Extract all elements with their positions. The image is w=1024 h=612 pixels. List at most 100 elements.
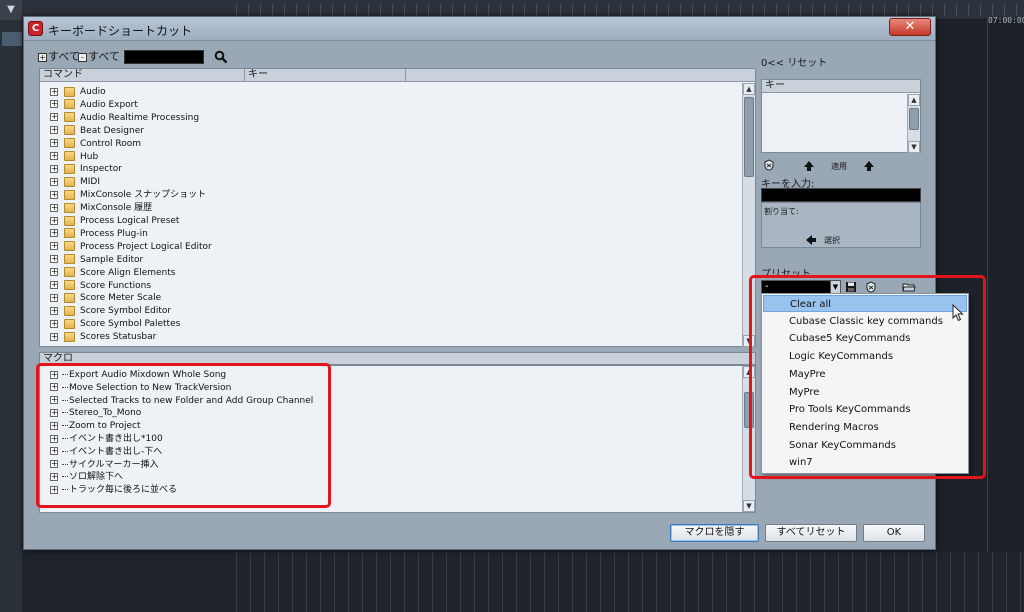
daw-menu-chevron-icon[interactable]: ▼ <box>0 0 22 20</box>
daw-left-strip <box>0 20 22 612</box>
expand-icon[interactable]: + <box>50 281 58 289</box>
folder-icon <box>64 163 75 174</box>
folder-icon <box>64 138 75 149</box>
dialog-titlebar[interactable]: C キーボードショートカット ✕ <box>24 17 935 41</box>
command-tree: + Audio + Audio Export + Audio Realtime Proce… <box>40 83 742 347</box>
command-folder-item[interactable]: + Score Functions <box>50 280 151 293</box>
command-folder-item[interactable]: + Score Symbol Palettes <box>50 318 180 331</box>
search-input[interactable] <box>124 50 204 64</box>
expand-icon[interactable]: + <box>50 268 58 277</box>
scroll-up-icon[interactable]: ▲ <box>743 83 755 95</box>
expand-icon[interactable]: + <box>50 113 58 122</box>
expand-icon[interactable]: + <box>50 242 58 251</box>
folder-icon <box>64 99 75 110</box>
command-folder-item[interactable]: + MixConsole スナップショット <box>50 189 206 202</box>
command-folder-item[interactable]: + Beat Designer <box>50 125 144 138</box>
command-folder-item[interactable]: + Hub <box>50 151 98 164</box>
expand-icon[interactable]: + <box>50 319 58 328</box>
column-header-command[interactable]: コマンド <box>40 69 244 82</box>
expand-icon[interactable]: + <box>50 87 58 96</box>
highlight-macros <box>36 363 331 508</box>
scroll-thumb[interactable] <box>909 108 919 130</box>
key-panel: キー ▲ ▼ <box>761 79 921 153</box>
folder-icon <box>64 228 75 239</box>
command-folder-item[interactable]: + Scores Statusbar <box>50 331 156 344</box>
folder-icon <box>64 189 75 200</box>
assigned-box: 割り当て: 選択 <box>761 202 921 248</box>
expand-icon[interactable]: + <box>50 332 58 341</box>
arrow-up-icon[interactable] <box>863 160 875 172</box>
command-folder-item[interactable]: + MixConsole 履歴 <box>50 202 152 215</box>
expand-icon[interactable]: + <box>50 100 58 109</box>
dialog-title: キーボードショートカット <box>48 24 193 38</box>
select-label[interactable]: 選択 <box>824 235 840 246</box>
folder-icon <box>64 86 75 97</box>
collapse-all-button[interactable]: - すべて <box>78 50 120 64</box>
key-input[interactable] <box>761 188 921 202</box>
scroll-up-icon[interactable]: ▲ <box>908 94 920 106</box>
highlight-presets <box>749 275 986 479</box>
ok-button[interactable]: OK <box>863 524 925 542</box>
expand-icon[interactable]: + <box>50 126 58 135</box>
command-folder-item[interactable]: + Score Symbol Editor <box>50 305 171 318</box>
reset-button[interactable]: 0<< リセット <box>761 54 827 69</box>
folder-icon <box>64 267 75 278</box>
command-folder-item[interactable]: + MIDI <box>50 176 100 189</box>
apply-label[interactable]: 適用 <box>831 161 847 172</box>
folder-icon <box>64 331 75 342</box>
command-folder-item[interactable]: + Audio Realtime Processing <box>50 112 199 125</box>
expand-icon[interactable]: + <box>50 164 58 173</box>
key-actions-row: 適用 <box>761 159 921 173</box>
command-folder-item[interactable]: + Control Room <box>50 138 141 151</box>
expand-icon[interactable]: + <box>50 306 58 315</box>
arrow-left-icon[interactable] <box>805 234 817 246</box>
daw-track-header <box>2 32 22 46</box>
collapse-icon: - <box>78 52 87 62</box>
folder-icon <box>64 254 75 265</box>
command-folder-item[interactable]: + Process Project Logical Editor <box>50 241 212 254</box>
command-folder-item[interactable]: + Audio <box>50 86 106 99</box>
daw-grid-line <box>987 20 988 612</box>
command-folder-item[interactable]: + Inspector <box>50 163 122 176</box>
expand-icon[interactable]: + <box>50 203 58 212</box>
folder-icon <box>64 318 75 329</box>
command-folder-item[interactable]: + Sample Editor <box>50 254 143 267</box>
close-button[interactable]: ✕ <box>889 18 931 36</box>
command-folder-item[interactable]: + Audio Export <box>50 99 138 112</box>
expand-icon[interactable]: + <box>50 177 58 186</box>
delete-key-icon[interactable] <box>763 159 775 171</box>
expand-icon[interactable]: + <box>50 229 58 238</box>
folder-icon <box>64 176 75 187</box>
column-header-blank <box>406 69 755 82</box>
folder-icon <box>64 280 75 290</box>
hide-macros-button[interactable]: マクロを隠す <box>670 524 759 542</box>
command-folder-item[interactable]: + Process Plug-in <box>50 228 148 241</box>
scroll-down-icon[interactable]: ▼ <box>908 141 920 153</box>
expand-icon[interactable]: + <box>50 152 58 160</box>
expand-icon[interactable]: + <box>50 255 58 264</box>
key-scrollbar[interactable]: ▲ ▼ <box>907 94 920 153</box>
scroll-down-icon[interactable]: ▼ <box>743 500 755 512</box>
command-folder-item[interactable]: + Score Align Elements <box>50 267 175 280</box>
reset-all-button[interactable]: すべてリセット <box>765 524 857 542</box>
scroll-thumb[interactable] <box>744 97 754 177</box>
command-folder-item[interactable]: + Process Logical Preset <box>50 215 179 228</box>
folder-icon <box>64 112 75 123</box>
arrow-up-icon[interactable] <box>803 160 815 172</box>
commands-panel: コマンド キー + Audio + Audio Export + Audio Realti… <box>39 68 756 347</box>
expand-all-button[interactable]: + すべて <box>38 50 80 64</box>
column-header-key[interactable]: キー <box>245 69 405 82</box>
expand-icon[interactable]: + <box>50 190 58 199</box>
assigned-label: 割り当て: <box>764 207 799 216</box>
command-folder-item[interactable]: + Score Meter Scale <box>50 292 161 305</box>
folder-icon <box>64 215 75 226</box>
expand-icon[interactable]: + <box>50 139 58 148</box>
key-header: キー <box>762 80 920 93</box>
search-icon[interactable] <box>214 50 228 64</box>
daw-timecode: 07:00:00 <box>988 16 1024 25</box>
expand-icon: + <box>38 52 47 62</box>
folder-icon <box>64 151 75 161</box>
expand-icon[interactable]: + <box>50 293 58 302</box>
expand-icon[interactable]: + <box>50 216 58 225</box>
folder-icon <box>64 125 75 136</box>
